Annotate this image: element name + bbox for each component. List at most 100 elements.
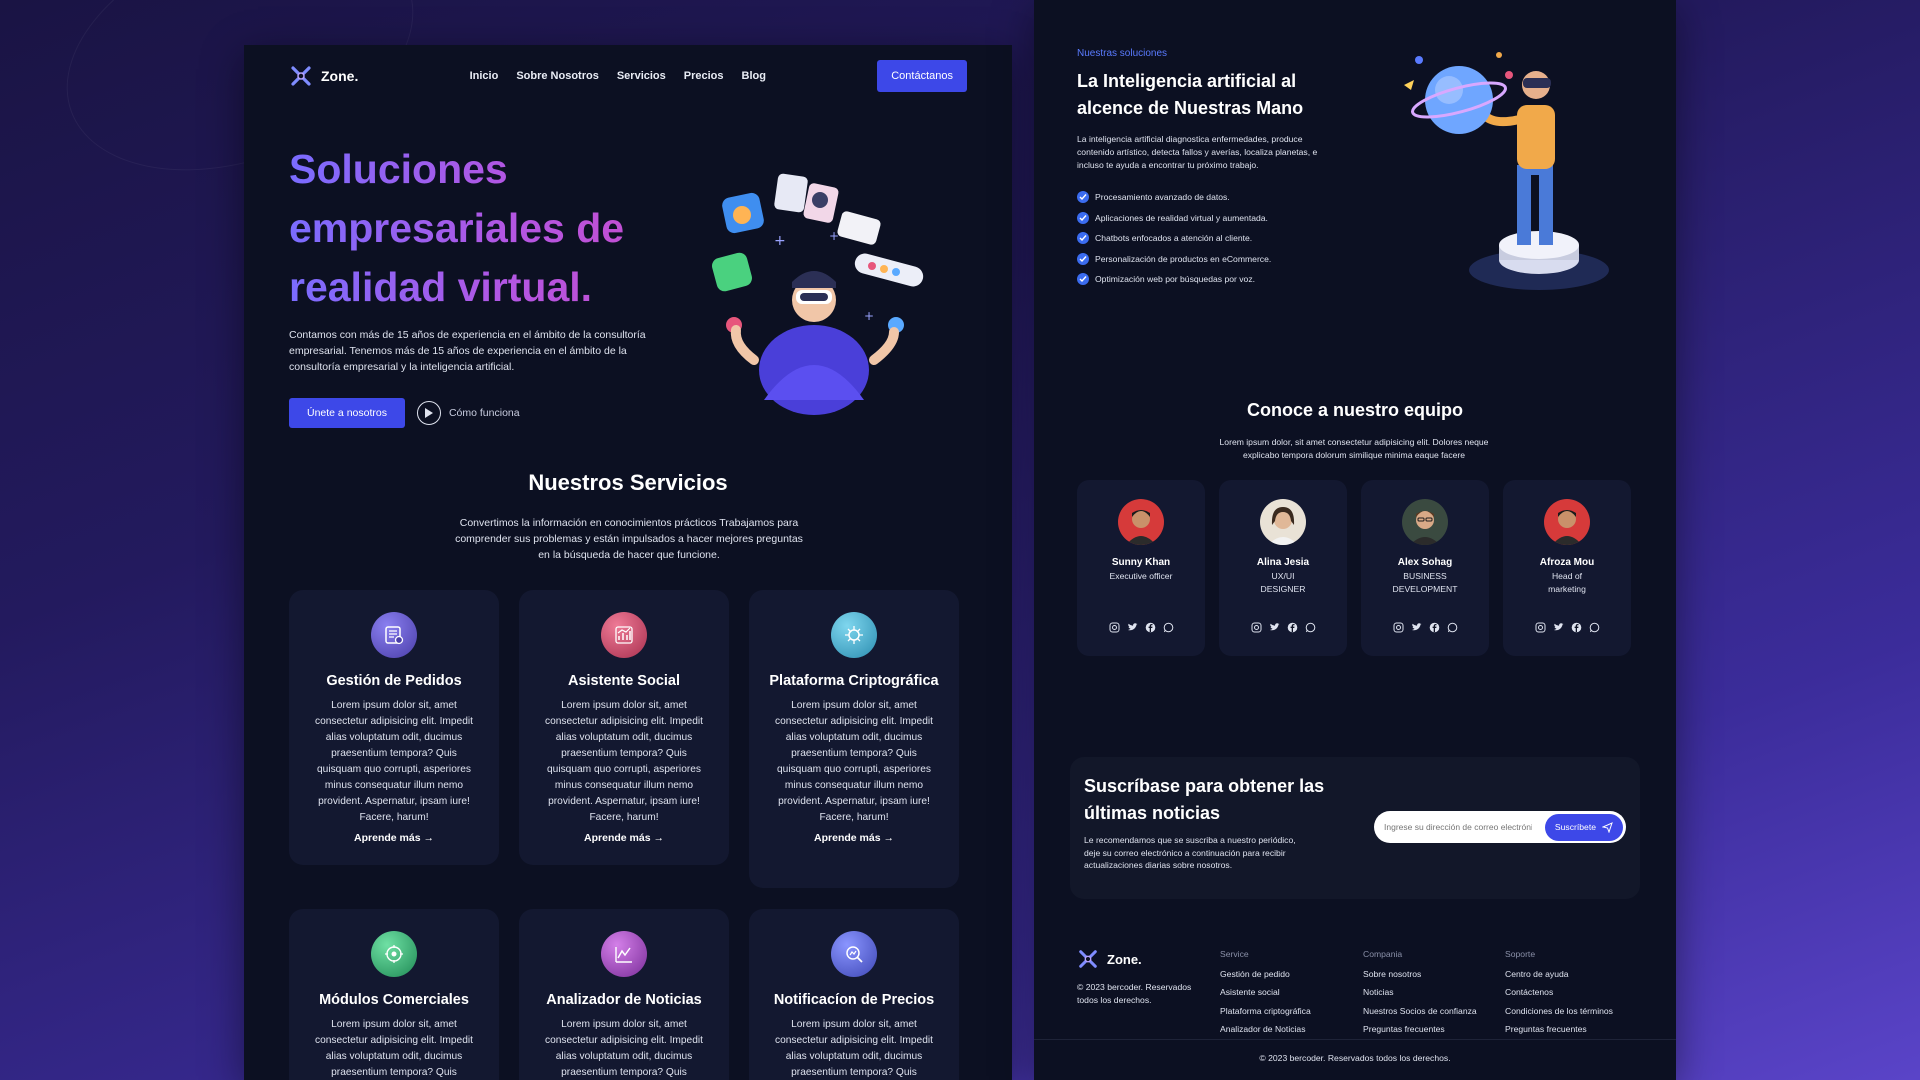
footer-link[interactable]: Preguntas frecuentes: [1505, 1020, 1613, 1038]
landing-page-detail-panel: Nuestras soluciones La Inteligencia arti…: [1034, 0, 1676, 1080]
service-card-modulos-comerciales: Módulos Comerciales Lorem ipsum dolor si…: [289, 909, 499, 1080]
hero-actions: Únete a nosotros Cómo funciona: [289, 398, 520, 428]
feature-item: Aplicaciones de realidad virtual y aumen…: [1077, 208, 1271, 229]
service-card-analizador-noticias: Analizador de Noticias Lorem ipsum dolor…: [519, 909, 729, 1080]
footer-link[interactable]: Contáctenos: [1505, 983, 1613, 1001]
footer-link[interactable]: Asistente social: [1220, 983, 1311, 1001]
service-card-title: Analizador de Noticias: [546, 992, 702, 1008]
footer-brand[interactable]: Zone.: [1077, 948, 1142, 970]
member-role: Head of marketing: [1548, 571, 1586, 594]
service-card-title: Gestión de Pedidos: [326, 673, 462, 689]
service-card-text: Lorem ipsum dolor sit, amet consectetur …: [545, 700, 703, 823]
nav-link-blog[interactable]: Blog: [742, 70, 766, 82]
whatsapp-icon[interactable]: [1304, 621, 1317, 634]
svg-text:+: +: [864, 309, 874, 323]
newsletter-title: Suscríbase para obtener las últimas noti…: [1084, 776, 1325, 823]
feature-text: Procesamiento avanzado de datos.: [1095, 192, 1230, 203]
footer-link[interactable]: Centro de ayuda: [1505, 965, 1613, 983]
footer-bottom-copyright: © 2023 bercoder. Reservados todos los de…: [1259, 1053, 1451, 1063]
email-input[interactable]: [1374, 822, 1532, 832]
service-card-text: Lorem ipsum dolor sit, amet consectetur …: [545, 1019, 703, 1078]
instagram-icon[interactable]: [1392, 621, 1405, 634]
twitter-icon[interactable]: [1126, 621, 1139, 634]
team-title: Conoce a nuestro equipo: [1246, 400, 1464, 420]
footer-link[interactable]: Condiciones de los términos: [1505, 1002, 1613, 1020]
footer-divider: [1034, 1039, 1676, 1040]
service-card-title: Notificacíon de Precios: [773, 992, 935, 1008]
service-card-text: Lorem ipsum dolor sit, amet consectetur …: [315, 700, 473, 823]
whatsapp-icon[interactable]: [1162, 621, 1175, 634]
check-icon: [1077, 191, 1089, 204]
footer-link[interactable]: Gestión de pedido: [1220, 965, 1311, 983]
service-card-title: Asistente Social: [567, 673, 680, 689]
learn-more-link[interactable]: Aprende más →: [814, 832, 894, 844]
nav-link-servicios[interactable]: Servicios: [617, 70, 666, 82]
whatsapp-icon[interactable]: [1588, 621, 1601, 634]
feature-text: Aplicaciones de realidad virtual y aumen…: [1095, 212, 1268, 223]
facebook-icon[interactable]: [1428, 621, 1441, 634]
brand-logo[interactable]: Zone.: [289, 64, 358, 88]
services-title: Nuestros Servicios: [528, 470, 728, 495]
team-member-card: Sunny Khan Executive officer: [1077, 480, 1205, 656]
footer-link[interactable]: Sobre nosotros: [1363, 965, 1477, 983]
footer-link[interactable]: Plataforma criptográfica: [1220, 1002, 1311, 1020]
contact-button[interactable]: Contáctanos: [877, 60, 967, 92]
team-member-card: Alina Jesia UX/UI DESIGNER: [1219, 480, 1347, 656]
news-chart-icon: [601, 931, 647, 977]
twitter-icon[interactable]: [1552, 621, 1565, 634]
facebook-icon[interactable]: [1570, 621, 1583, 634]
footer-column-compania: Compania Sobre nosotros Noticias Nuestro…: [1363, 949, 1477, 1038]
nav-link-precios[interactable]: Precios: [684, 70, 724, 82]
member-role: UX/UI DESIGNER: [1260, 571, 1306, 594]
service-card-title: Módulos Comerciales: [319, 992, 469, 1008]
service-card-text: Lorem ipsum dolor sit, amet consectetur …: [315, 1019, 473, 1078]
nav-link-inicio[interactable]: Inicio: [470, 70, 499, 82]
footer-link[interactable]: Preguntas frecuentes: [1363, 1020, 1477, 1038]
brand-name: Zone.: [321, 68, 359, 84]
instagram-icon[interactable]: [1250, 621, 1263, 634]
how-it-works-link[interactable]: Cómo funciona: [416, 401, 520, 425]
modules-icon: [371, 931, 417, 977]
nav-link-sobre-nosotros[interactable]: Sobre Nosotros: [516, 70, 599, 82]
avatar: [1118, 499, 1164, 545]
twitter-icon[interactable]: [1268, 621, 1281, 634]
learn-more-link[interactable]: Aprende más →: [584, 832, 664, 844]
nav-links: Inicio Sobre Nosotros Servicios Precios …: [470, 70, 766, 82]
footer-link[interactable]: Nuestros Socios de confianza: [1363, 1002, 1477, 1020]
play-icon: [416, 401, 441, 425]
landing-page-hero-panel: Zone. Inicio Sobre Nosotros Servicios Pr…: [244, 45, 1012, 1080]
svg-text:+: +: [829, 229, 839, 243]
twitter-icon[interactable]: [1410, 621, 1423, 634]
avatar: [1402, 499, 1448, 545]
service-card-text: Lorem ipsum dolor sit, amet consectetur …: [775, 700, 933, 823]
join-us-button[interactable]: Únete a nosotros: [289, 398, 405, 428]
facebook-icon[interactable]: [1144, 621, 1157, 634]
instagram-icon[interactable]: [1534, 621, 1547, 634]
hero-title: Soluciones empresariales de realidad vir…: [289, 140, 649, 317]
learn-more-link[interactable]: Aprende más →: [354, 832, 434, 844]
subscribe-label: Suscríbete: [1554, 822, 1596, 832]
subscribe-button[interactable]: Suscríbete: [1544, 813, 1623, 841]
avatar: [1260, 499, 1306, 545]
services-subtitle: Convertimos la información en conocimien…: [455, 517, 803, 561]
send-icon: [1602, 821, 1613, 833]
newsletter-section: Suscríbase para obtener las últimas noti…: [1070, 757, 1640, 899]
member-name: Alex Sohag: [1397, 557, 1453, 568]
social-links: [1503, 621, 1631, 634]
whatsapp-icon[interactable]: [1446, 621, 1459, 634]
footer-link[interactable]: Noticias: [1363, 983, 1477, 1001]
footer-link[interactable]: Analizador de Noticias: [1220, 1020, 1311, 1038]
check-icon: [1077, 252, 1089, 265]
social-links: [1219, 621, 1347, 634]
newsletter-description: Le recomendamos que se suscriba a nuestr…: [1084, 835, 1296, 870]
service-card-asistente-social: Asistente Social Lorem ipsum dolor sit, …: [519, 590, 729, 865]
x-logo-icon: [291, 66, 311, 86]
facebook-icon[interactable]: [1286, 621, 1299, 634]
member-name: Afroza Mou: [1539, 557, 1595, 568]
order-list-icon: [371, 612, 417, 658]
feature-text: Personalización de productos en eCommerc…: [1095, 253, 1272, 264]
social-links: [1361, 621, 1489, 634]
instagram-icon[interactable]: [1108, 621, 1121, 634]
service-card-text: Lorem ipsum dolor sit, amet consectetur …: [775, 1019, 933, 1078]
check-icon: [1077, 273, 1089, 286]
